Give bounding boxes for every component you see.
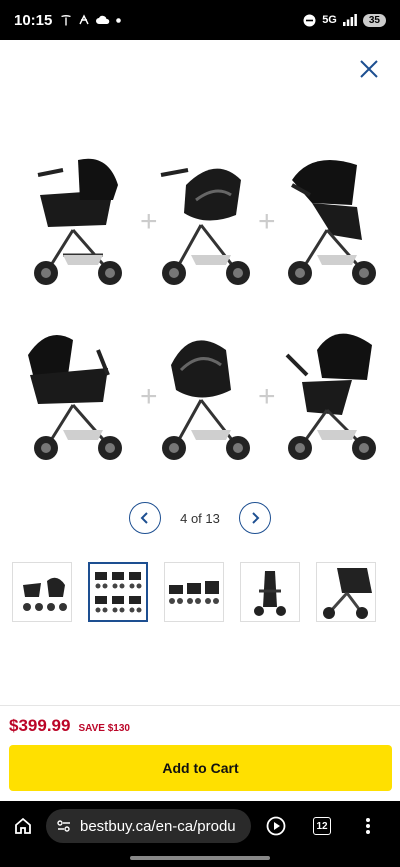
tesla-icon — [61, 15, 72, 26]
gallery-main-image: + + + + — [18, 145, 382, 505]
do-not-disturb-icon — [303, 14, 316, 26]
product-price: $399.99 — [9, 716, 71, 735]
status-bar: 10:15 5G 35 — [0, 0, 400, 40]
browser-bottom-bar: bestbuy.ca/en-ca/produ 12 — [0, 801, 400, 851]
signal-icon — [342, 14, 357, 26]
network-type: 5G — [322, 14, 337, 26]
thumbnail-4[interactable] — [240, 562, 300, 622]
thumbnail-3[interactable] — [164, 562, 224, 622]
stroller-car-seat-image — [160, 168, 250, 285]
url-bar[interactable]: bestbuy.ca/en-ca/produ — [46, 809, 251, 843]
cloud-icon — [96, 15, 110, 24]
status-time: 10:15 — [14, 11, 53, 29]
home-button[interactable] — [12, 815, 34, 837]
play-circle-icon — [266, 816, 286, 836]
status-right: 5G 35 — [303, 13, 386, 27]
more-menu-button[interactable] — [357, 815, 379, 837]
url-text: bestbuy.ca/en-ca/produ — [80, 817, 236, 835]
battery-indicator: 35 — [362, 13, 386, 27]
media-button[interactable] — [265, 815, 287, 837]
price-row: $399.99 SAVE $130 — [9, 716, 130, 736]
stroller-bassinet-image — [34, 158, 122, 285]
prev-image-button[interactable] — [129, 502, 161, 534]
add-to-cart-button[interactable]: Add to Cart — [9, 745, 392, 791]
thumbnail-5[interactable] — [316, 562, 376, 622]
app-notification-icon — [79, 14, 90, 25]
stroller-seat-reversed-image — [285, 333, 376, 460]
image-counter: 4 of 13 — [180, 510, 220, 526]
dot-icon — [116, 17, 122, 23]
home-icon — [15, 817, 31, 834]
tab-count: 12 — [313, 817, 331, 835]
image-gallery-modal: + + + + 4 of 13 — [0, 40, 400, 705]
home-indicator[interactable] — [130, 856, 270, 860]
stroller-bassinet-reversed-image — [28, 335, 122, 460]
chevron-right-icon — [252, 512, 260, 524]
close-icon[interactable] — [358, 58, 380, 80]
stroller-seat-image — [288, 160, 376, 285]
thumbnail-strip — [0, 562, 400, 624]
chevron-left-icon — [140, 512, 148, 524]
tabs-button[interactable]: 12 — [311, 815, 333, 837]
thumbnail-2-active[interactable] — [88, 562, 148, 622]
next-image-button[interactable] — [239, 502, 271, 534]
price-bar: $399.99 SAVE $130 Add to Cart — [0, 705, 400, 801]
save-badge: SAVE $130 — [78, 723, 130, 734]
gallery-pager: 4 of 13 — [0, 502, 400, 534]
stroller-car-seat-reversed-image — [162, 340, 250, 460]
site-settings-icon — [57, 820, 70, 832]
notification-icons — [60, 14, 122, 26]
more-vertical-icon — [366, 818, 370, 834]
thumbnail-1[interactable] — [12, 562, 72, 622]
